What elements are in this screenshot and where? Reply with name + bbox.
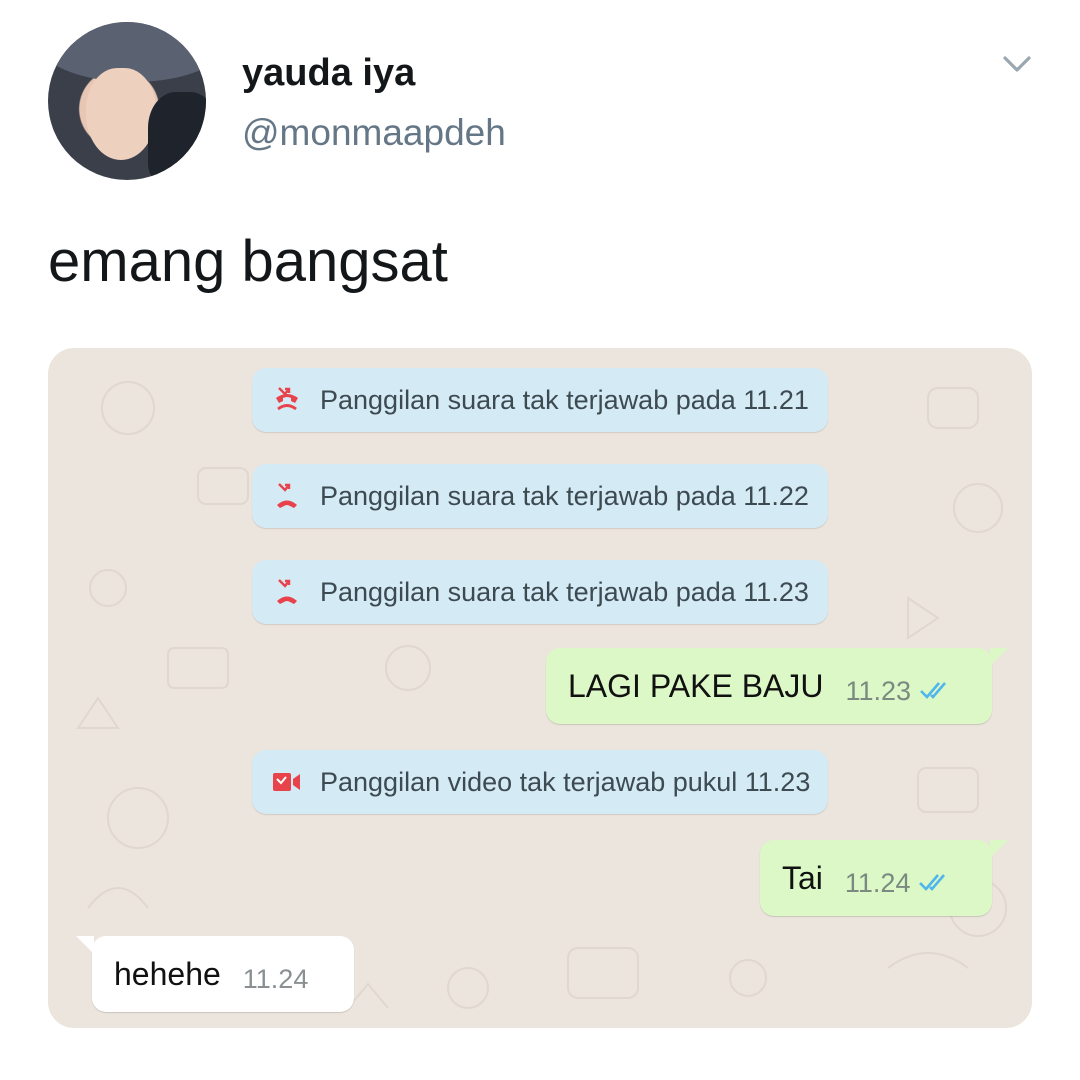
incoming-message[interactable]: hehehe 11.24: [92, 936, 354, 1012]
system-message-text: Panggilan video tak terjawab pukul 11.23: [320, 766, 811, 797]
bubble-tail: [76, 936, 94, 954]
message-time: 11.23: [845, 675, 912, 706]
missed-voice-call-icon: [277, 579, 297, 604]
message-text: hehehe: [114, 955, 221, 992]
system-message-text: Panggilan suara tak terjawab pada 11.22: [320, 480, 809, 511]
double-check-icon: [920, 682, 947, 699]
chat-screenshot: Panggilan suara tak terjawab pada 11.21 …: [48, 348, 1032, 1028]
message-time: 11.24: [242, 963, 309, 994]
system-message: Panggilan video tak terjawab pukul 11.23: [252, 750, 828, 814]
tweet-text: emang bangsat: [48, 229, 448, 294]
message-text: LAGI PAKE BAJU: [568, 667, 824, 704]
missed-voice-call-icon: [277, 483, 297, 508]
outgoing-message[interactable]: LAGI PAKE BAJU 11.23: [546, 648, 992, 724]
bubble-tail: [990, 648, 1008, 666]
avatar[interactable]: [48, 22, 206, 180]
user-handle[interactable]: @monmaapdeh: [242, 112, 506, 154]
system-message: Panggilan suara tak terjawab pada 11.21: [252, 368, 828, 432]
system-message: Panggilan suara tak terjawab pada 11.22: [252, 464, 828, 528]
system-message-text: Panggilan suara tak terjawab pada 11.23: [320, 576, 809, 607]
bubble-tail: [990, 840, 1008, 858]
chevron-down-icon[interactable]: [1002, 52, 1032, 76]
display-name[interactable]: yauda iya: [242, 52, 415, 95]
outgoing-message[interactable]: Tai 11.24: [760, 840, 992, 916]
double-check-icon: [919, 874, 946, 891]
system-message-text: Panggilan suara tak terjawab pada 11.21: [320, 384, 809, 415]
missed-video-call-icon: [273, 773, 300, 791]
missed-voice-call-icon: [276, 387, 298, 411]
system-message: Panggilan suara tak terjawab pada 11.23: [252, 560, 828, 624]
message-time: 11.24: [844, 867, 911, 898]
message-text: Tai: [782, 859, 823, 896]
